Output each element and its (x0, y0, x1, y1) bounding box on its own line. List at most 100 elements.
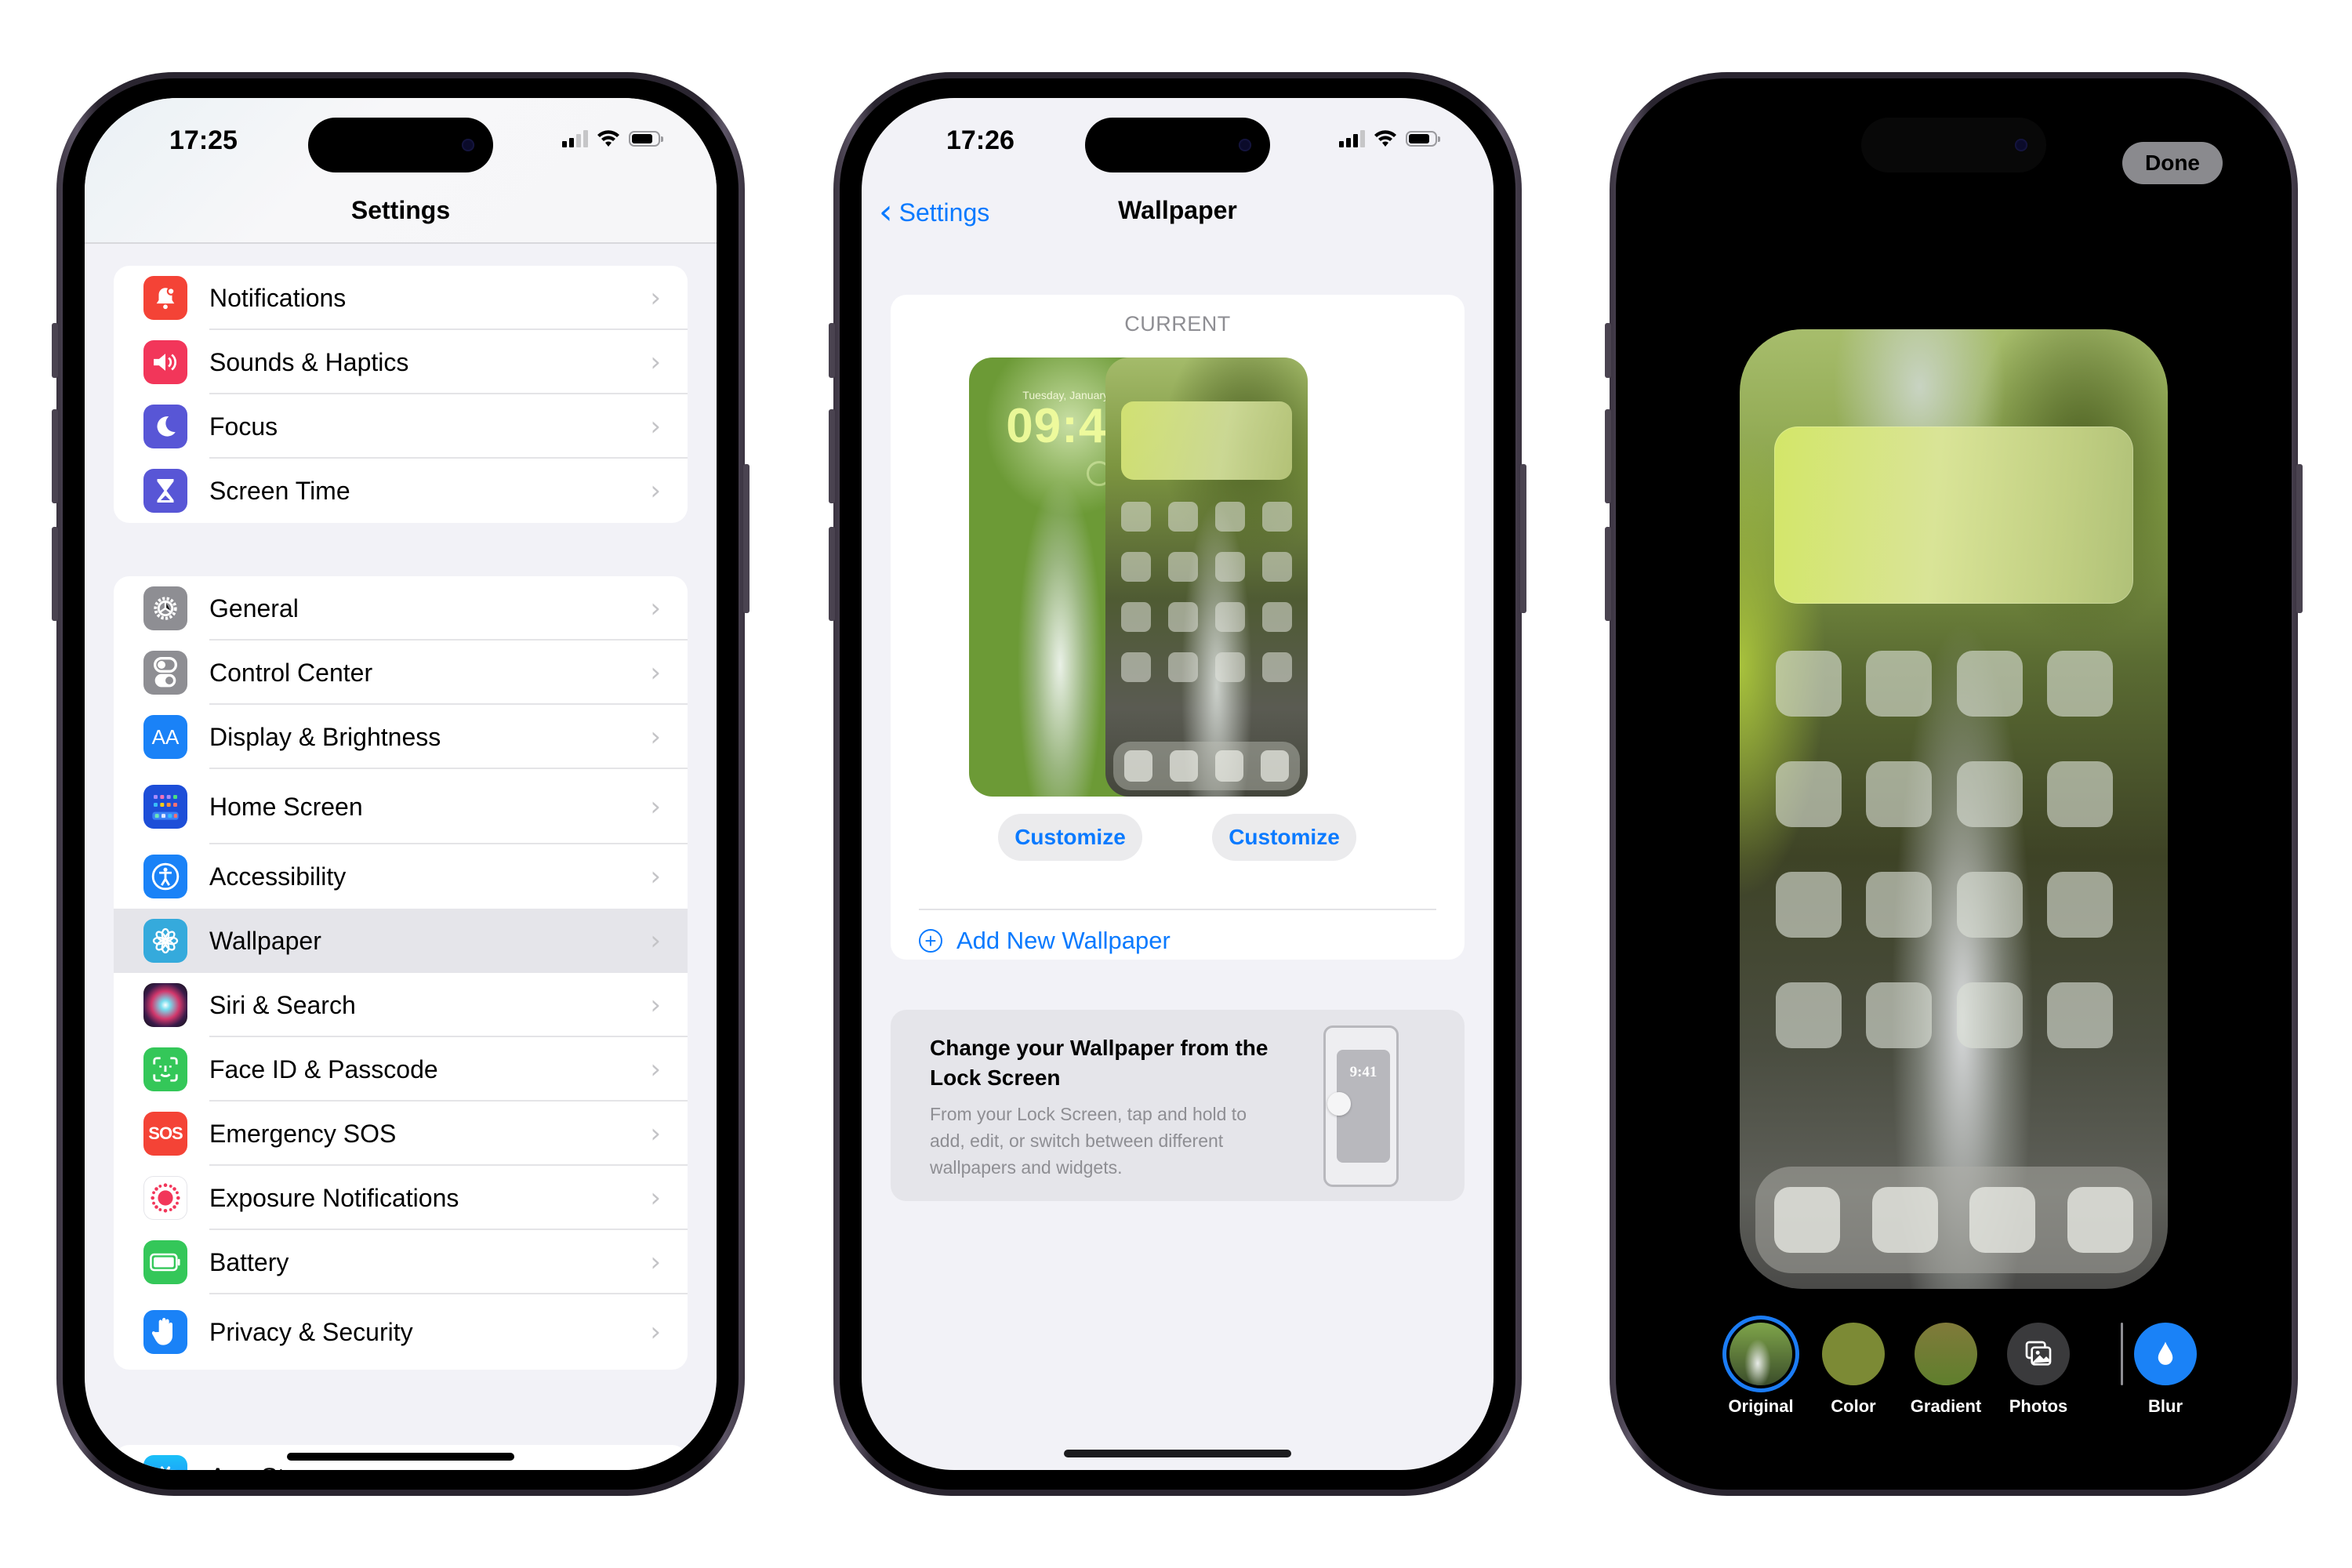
row-label: Battery (209, 1247, 289, 1276)
row-label: Control Center (209, 658, 373, 687)
status-time: 17:25 (169, 125, 238, 155)
chevron-right-icon: › (650, 347, 661, 378)
side-button-power (2296, 464, 2303, 613)
settings-row-display-brightness[interactable]: AA Display & Brightness › (114, 705, 688, 769)
option-label: Gradient (1910, 1396, 1982, 1416)
row-label: Home Screen (209, 792, 363, 821)
text-size-icon: AA (143, 715, 187, 759)
wifi-icon (597, 130, 619, 147)
settings-row-exposure-notifications[interactable]: Exposure Notifications › (114, 1166, 688, 1230)
dock (1113, 742, 1300, 790)
chevron-right-icon: › (650, 1182, 661, 1214)
photos-icon (2007, 1323, 2070, 1385)
row-label: App Store (209, 1463, 321, 1471)
status-icons (1339, 129, 1440, 148)
siri-icon (143, 983, 187, 1027)
side-button-power (1520, 464, 1526, 613)
current-section-label: CURRENT (1124, 312, 1231, 336)
chevron-right-icon: › (650, 282, 661, 314)
settings-row-control-center[interactable]: Control Center › (114, 641, 688, 705)
side-button-mute (1605, 323, 1611, 378)
background-style-picker: Original Color Gradient Photos Blur (1638, 1323, 2270, 1425)
plus-circle-icon: + (919, 929, 942, 953)
app-grid-icon (143, 785, 187, 829)
dynamic-island (308, 118, 493, 172)
settings-row-face-id[interactable]: Face ID & Passcode › (114, 1037, 688, 1102)
settings-row-wallpaper[interactable]: Wallpaper › (114, 909, 688, 973)
row-label: Sounds & Haptics (209, 347, 409, 376)
row-label: Notifications (209, 283, 347, 312)
hand-icon (143, 1310, 187, 1354)
settings-row-screen-time[interactable]: Screen Time › (114, 459, 688, 523)
option-label: Blur (2148, 1396, 2183, 1416)
add-new-wallpaper-button[interactable]: + Add New Wallpaper (919, 927, 1171, 955)
row-label: Emergency SOS (209, 1119, 397, 1148)
side-button-volume-up (829, 409, 835, 503)
settings-row-accessibility[interactable]: Accessibility › (114, 844, 688, 909)
row-label: Face ID & Passcode (209, 1054, 438, 1083)
row-label: Wallpaper (209, 926, 321, 955)
side-button-mute (829, 323, 835, 378)
phone-settings: 17:25 Settings Notifications › Sounds & … (52, 72, 750, 1496)
face-id-icon (143, 1047, 187, 1091)
chevron-right-icon: › (650, 657, 661, 688)
tip-title: Change your Wallpaper from the Lock Scre… (930, 1036, 1269, 1090)
settings-group-1: Notifications › Sounds & Haptics › Focus… (114, 266, 688, 523)
chevron-right-icon: › (650, 791, 661, 822)
cellular-signal-icon (562, 130, 588, 147)
side-button-volume-up (52, 409, 58, 503)
settings-row-home-screen[interactable]: Home Screen › (114, 769, 688, 844)
chevron-right-icon: › (650, 1316, 661, 1348)
bell-icon (143, 276, 187, 320)
row-label: Display & Brightness (209, 722, 441, 751)
home-indicator[interactable] (287, 1453, 514, 1461)
style-option-color[interactable]: Color (1810, 1323, 1896, 1417)
settings-row-battery[interactable]: Battery › (114, 1230, 688, 1294)
settings-row-siri-search[interactable]: Siri & Search › (114, 973, 688, 1037)
battery-icon (143, 1240, 187, 1284)
page-title: Settings (350, 196, 451, 224)
gradient-swatch (1915, 1323, 1977, 1385)
status-time: 17:26 (946, 125, 1014, 155)
chevron-right-icon: › (650, 861, 661, 892)
side-button-volume-down (829, 527, 835, 621)
option-label: Photos (2009, 1396, 2068, 1416)
style-option-photos[interactable]: Photos (1995, 1323, 2082, 1417)
cellular-signal-icon (1339, 130, 1365, 147)
home-indicator[interactable] (1064, 1450, 1291, 1457)
dynamic-island (1861, 118, 2046, 172)
chevron-right-icon: › (650, 475, 661, 506)
row-label: General (209, 593, 299, 622)
row-label: Exposure Notifications (209, 1183, 459, 1212)
option-label: Color (1831, 1396, 1876, 1416)
style-option-gradient[interactable]: Gradient (1903, 1323, 1989, 1417)
customize-lock-screen-button[interactable]: Customize (998, 814, 1142, 861)
row-label: Focus (209, 412, 278, 441)
lock-screen-tip-card: Change your Wallpaper from the Lock Scre… (891, 1010, 1465, 1201)
chevron-right-icon: › (650, 925, 661, 956)
widget-placeholder (1774, 426, 2133, 604)
gear-icon (143, 586, 187, 630)
settings-screen: 17:25 Settings Notifications › Sounds & … (85, 98, 717, 1470)
side-button-volume-down (52, 527, 58, 621)
chevron-right-icon: › (650, 411, 661, 442)
settings-row-focus[interactable]: Focus › (114, 394, 688, 459)
done-button[interactable]: Done (2122, 142, 2223, 184)
home-screen-preview[interactable] (1105, 358, 1308, 797)
chevron-right-icon: › (650, 1054, 661, 1085)
style-option-original[interactable]: Original (1718, 1323, 1804, 1417)
moon-icon (143, 405, 187, 448)
app-store-icon (143, 1455, 187, 1470)
side-button-volume-up (1605, 409, 1611, 503)
sos-icon: SOS (143, 1112, 187, 1156)
customize-home-screen-button[interactable]: Customize (1212, 814, 1356, 861)
chevron-right-icon: › (650, 1461, 661, 1470)
settings-row-notifications[interactable]: Notifications › (114, 266, 688, 330)
settings-row-emergency-sos[interactable]: SOS Emergency SOS › (114, 1102, 688, 1166)
settings-row-general[interactable]: General › (114, 576, 688, 641)
chevron-right-icon: › (650, 1247, 661, 1278)
settings-row-sounds-haptics[interactable]: Sounds & Haptics › (114, 330, 688, 394)
settings-row-privacy-security[interactable]: Privacy & Security › (114, 1294, 688, 1370)
style-option-blur[interactable]: Blur (2122, 1323, 2209, 1417)
wifi-icon (1374, 130, 1396, 147)
